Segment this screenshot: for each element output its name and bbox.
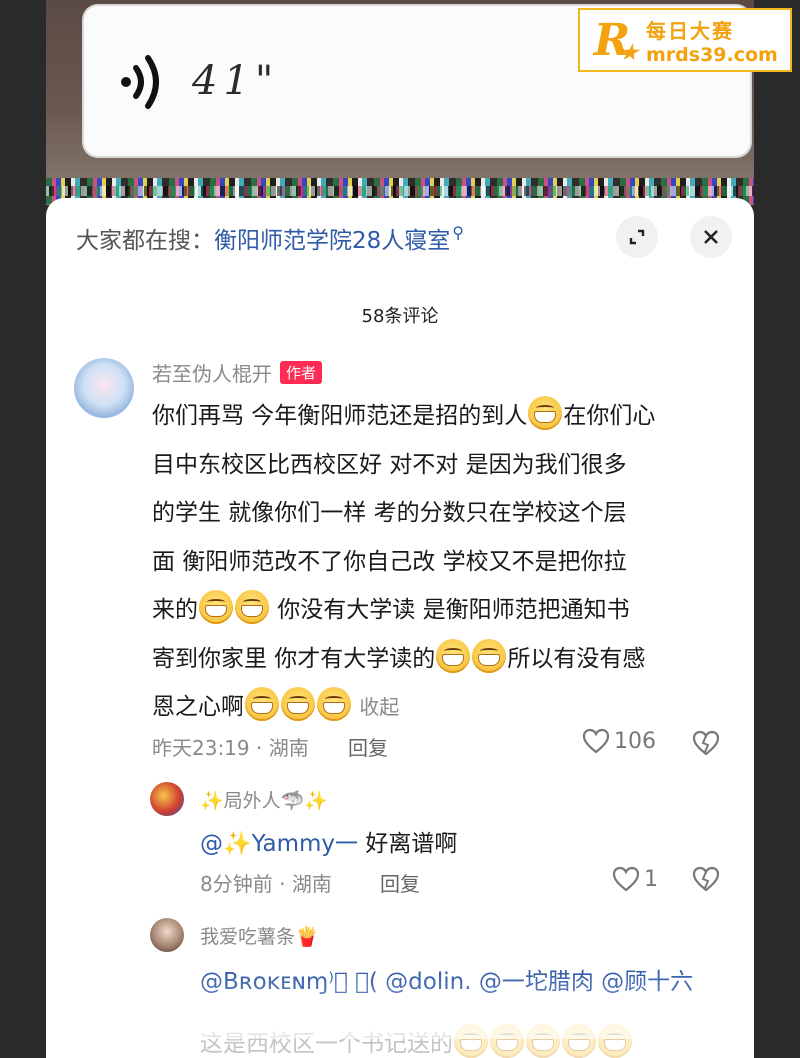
grin-emoji-icon bbox=[281, 687, 315, 721]
watermark-logo: R ★ 每日大赛 mrds39.com bbox=[578, 8, 792, 72]
search-term-link[interactable]: 衡阳师范学院28人寝室 bbox=[214, 221, 450, 255]
comment-username[interactable]: 若至伪人棍开 作者 bbox=[152, 358, 323, 387]
reply-meta: 8分钟前 · 湖南 bbox=[200, 872, 332, 896]
voice-wave-icon bbox=[121, 55, 159, 109]
video-glitch-overlay bbox=[46, 186, 754, 196]
search-icon: ⚲ bbox=[452, 222, 464, 242]
heart-icon bbox=[582, 728, 610, 754]
left-letterbox bbox=[0, 0, 46, 1039]
grin-emoji-icon bbox=[436, 638, 471, 673]
watermark-r-icon: R ★ bbox=[593, 14, 638, 66]
like-count: 106 bbox=[614, 728, 656, 754]
heart-icon bbox=[612, 866, 640, 892]
like-count: 1 bbox=[644, 866, 658, 892]
grin-emoji-icon bbox=[235, 590, 269, 624]
watermark-url: mrds39.com bbox=[646, 43, 778, 66]
grin-emoji-icon bbox=[199, 590, 233, 624]
grin-emoji-icon bbox=[317, 687, 351, 721]
comment-panel: 大家都在搜： 衡阳师范学院28人寝室 ⚲ 58条评论 若至伪人棍开 作者 你们再… bbox=[46, 198, 754, 1058]
comment-count: 58条评论 bbox=[361, 306, 439, 327]
grin-emoji-icon bbox=[472, 638, 507, 673]
comment-meta: 昨天23:19 · 湖南 bbox=[152, 736, 309, 760]
bottom-fade bbox=[46, 970, 754, 1039]
reply-body: @✨Yammy一 好离谱啊 bbox=[200, 831, 458, 857]
grin-emoji-icon bbox=[528, 396, 563, 430]
close-icon bbox=[704, 230, 718, 244]
search-prefix: 大家都在搜： bbox=[76, 228, 214, 254]
reply-avatar[interactable] bbox=[150, 782, 184, 816]
reply-username[interactable]: ✨局外人🦈✨ bbox=[200, 786, 328, 813]
comment-body: 你们再骂 今年衡阳师范还是招的到人 在你们心 目中东校区比西校区好 对不对 是因为… bbox=[152, 392, 742, 732]
expand-icon bbox=[629, 229, 645, 245]
reply-username[interactable]: 我爱吃薯条🍟 bbox=[200, 922, 319, 949]
right-letterbox bbox=[754, 0, 800, 1039]
like-button[interactable]: 1 bbox=[612, 866, 658, 892]
grin-emoji-icon bbox=[245, 687, 279, 721]
voice-duration: 41" bbox=[192, 58, 280, 104]
watermark-name: 每日大赛 bbox=[646, 18, 734, 43]
dislike-icon[interactable] bbox=[692, 866, 720, 892]
collapse-link[interactable]: 收起 bbox=[359, 695, 399, 719]
close-button[interactable] bbox=[690, 216, 732, 258]
avatar[interactable] bbox=[74, 358, 134, 418]
like-button[interactable]: 106 bbox=[582, 728, 656, 754]
expand-button[interactable] bbox=[616, 216, 658, 258]
mention-link[interactable]: @✨Yammy一 bbox=[200, 831, 358, 857]
reply-button[interactable]: 回复 bbox=[380, 868, 420, 897]
author-badge: 作者 bbox=[280, 361, 323, 384]
reply-button[interactable]: 回复 bbox=[348, 732, 388, 761]
search-suggestion[interactable]: 大家都在搜： 衡阳师范学院28人寝室 ⚲ bbox=[76, 220, 464, 256]
reply-avatar[interactable] bbox=[150, 918, 184, 952]
dislike-icon[interactable] bbox=[692, 730, 720, 756]
